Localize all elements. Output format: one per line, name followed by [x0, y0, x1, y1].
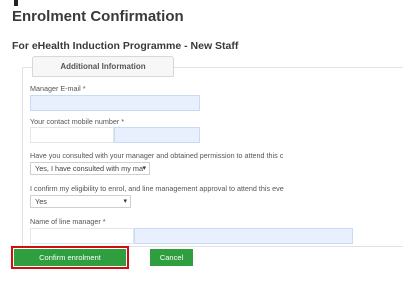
contact-mobile-label: Your contact mobile number * — [30, 117, 125, 126]
page-subtitle: For eHealth Induction Programme - New St… — [12, 40, 239, 52]
consulted-manager-select[interactable]: Yes, I have consulted with my ma ▾ — [30, 162, 150, 175]
manager-email-field[interactable] — [30, 95, 200, 111]
cancel-button[interactable]: Cancel — [150, 249, 193, 266]
confirm-enrolment-button[interactable]: Confirm enrolment — [11, 246, 129, 269]
contact-mobile-field-left[interactable] — [30, 127, 114, 143]
tab-additional-information[interactable]: Additional Information — [32, 56, 174, 77]
line-manager-field-left[interactable] — [30, 228, 134, 244]
eligibility-value: Yes — [35, 197, 47, 206]
eligibility-select[interactable]: Yes ▾ — [30, 195, 131, 208]
page-title: Enrolment Confirmation — [12, 8, 184, 25]
line-manager-field[interactable] — [134, 228, 353, 244]
contact-mobile-field[interactable] — [114, 127, 200, 143]
chevron-down-icon: ▾ — [142, 165, 146, 172]
manager-email-label: Manager E-mail * — [30, 84, 86, 93]
line-manager-label: Name of line manager * — [30, 217, 106, 226]
consulted-manager-value: Yes, I have consulted with my ma — [35, 164, 144, 173]
top-edge-marker — [14, 0, 18, 6]
chevron-down-icon: ▾ — [123, 198, 127, 205]
eligibility-label: I confirm my eligibility to enrol, and l… — [30, 184, 284, 193]
consulted-manager-label: Have you consulted with your manager and… — [30, 151, 284, 160]
